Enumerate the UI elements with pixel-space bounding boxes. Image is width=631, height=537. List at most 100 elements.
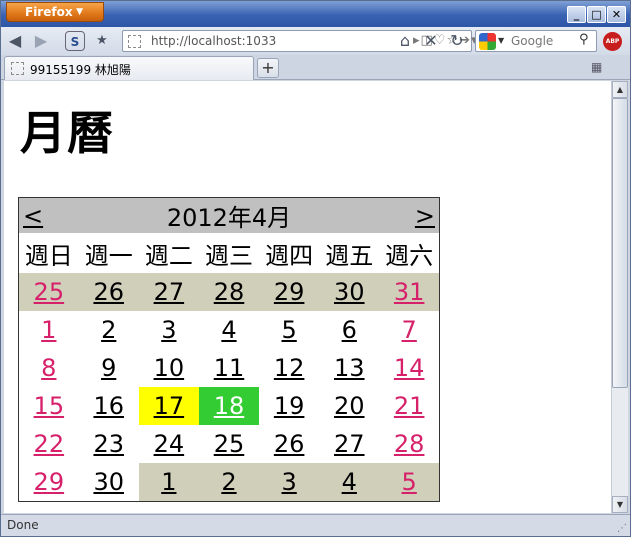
calendar-day-link[interactable]: 1: [161, 468, 176, 496]
calendar-week-row: 15 16 17 18 19 20 21: [19, 387, 440, 425]
calendar-day-link[interactable]: 1: [41, 316, 56, 344]
calendar-day-link[interactable]: 31: [394, 278, 425, 306]
weekday-label: 週五: [325, 241, 374, 270]
vertical-scrollbar[interactable]: ▲ ▼: [611, 81, 628, 513]
list-all-tabs-icon[interactable]: ▦: [591, 60, 605, 74]
calendar-day-link[interactable]: 26: [274, 430, 305, 458]
calendar-day-link[interactable]: 4: [342, 468, 357, 496]
calendar-day-cell: 25: [18, 273, 79, 311]
scroll-down-icon[interactable]: ▼: [612, 496, 628, 513]
next-month-link[interactable]: >: [415, 202, 435, 230]
calendar-day-link[interactable]: 5: [281, 316, 296, 344]
prev-month-link[interactable]: <: [23, 202, 43, 230]
calendar-day-cell: 30: [319, 273, 380, 311]
calendar-week-row: 8 9 10 11 12 13 14: [19, 349, 440, 387]
calendar-day-link[interactable]: 27: [154, 278, 185, 306]
calendar-body: 25 26 27 28 29 30 31 1 2 3 4 5 6 7 8 9 10 11 12 13 14 15 16 17 1…: [18, 273, 440, 501]
calendar-day-link[interactable]: 16: [93, 392, 124, 420]
search-engine-dropdown-icon[interactable]: ▼: [498, 36, 504, 45]
calendar-day-link[interactable]: 23: [93, 430, 124, 458]
calendar-day-cell: 4: [319, 463, 380, 501]
calendar-day-cell: 6: [319, 311, 379, 349]
calendar-day-link[interactable]: 8: [41, 354, 56, 382]
google-logo-icon[interactable]: [479, 33, 496, 50]
minimize-button[interactable]: _: [567, 6, 586, 23]
weekday-label: 週四: [265, 241, 314, 270]
calendar-day-link[interactable]: 28: [214, 278, 245, 306]
calendar-day-cell: 24: [139, 425, 199, 463]
calendar-day-link[interactable]: 25: [34, 278, 65, 306]
browser-window: Firefox ▼ _ □ ✕ ◀ ▶ S ★ http://localhost…: [0, 0, 631, 537]
calendar-day-link[interactable]: 21: [394, 392, 425, 420]
calendar-day-link[interactable]: 30: [93, 468, 124, 496]
calendar-day-link[interactable]: 27: [334, 430, 365, 458]
resize-grip-icon[interactable]: ⋰: [617, 523, 627, 534]
home-icon[interactable]: ⌂: [395, 31, 415, 51]
bookmark-star-icon[interactable]: ★: [92, 31, 112, 51]
search-box[interactable]: ▼ Google ⚲: [475, 30, 597, 52]
calendar-day-link[interactable]: 10: [154, 354, 185, 382]
calendar-day-link[interactable]: 15: [34, 392, 65, 420]
calendar-day-link[interactable]: 26: [93, 278, 124, 306]
calendar-day-link[interactable]: 11: [214, 354, 245, 382]
calendar-caption: 2012年4月: [166, 204, 292, 232]
page-content: 月曆 < 2012年4月 > 週日 週一 週二 週三 週四 週五 週六 25 26 27 28 29…: [4, 81, 611, 513]
calendar-day-cell: 12: [259, 349, 319, 387]
search-input[interactable]: Google: [511, 34, 553, 48]
calendar-day-link[interactable]: 24: [154, 430, 185, 458]
calendar-day-link[interactable]: 4: [221, 316, 236, 344]
weekday-label: 週二: [144, 241, 193, 270]
tab-title: 99155199 林旭陽: [30, 63, 131, 77]
calendar-day-cell: 26: [78, 273, 139, 311]
tab-strip: 99155199 林旭陽 + ▦: [1, 55, 630, 80]
calendar-day-link[interactable]: 7: [402, 316, 417, 344]
close-button[interactable]: ✕: [607, 6, 626, 23]
stop-icon[interactable]: ✕: [421, 31, 441, 51]
sync-s-icon[interactable]: S: [65, 31, 85, 51]
calendar-day-link[interactable]: 2: [221, 468, 236, 496]
adblock-plus-icon[interactable]: ABP: [603, 32, 622, 51]
calendar-day-link[interactable]: 17: [154, 392, 185, 420]
scroll-up-icon[interactable]: ▲: [612, 81, 628, 98]
navigation-toolbar: ◀ ▶ S ★ http://localhost:1033 ▸◫♡☆➔▾ ⌂ ✕…: [1, 27, 630, 55]
calendar-day-cell: 3: [259, 463, 320, 501]
calendar-day-link[interactable]: 18: [214, 392, 245, 420]
magnifier-icon[interactable]: ⚲: [579, 32, 589, 47]
back-icon[interactable]: ◀: [5, 31, 25, 51]
calendar-day-link[interactable]: 25: [214, 430, 245, 458]
new-tab-button[interactable]: +: [257, 58, 279, 78]
calendar-day-link[interactable]: 3: [161, 316, 176, 344]
calendar-day-link[interactable]: 5: [402, 468, 417, 496]
firefox-menu-button[interactable]: Firefox ▼: [6, 2, 104, 22]
reload-icon[interactable]: ↻: [447, 31, 467, 51]
calendar: < 2012年4月 > 週日 週一 週二 週三 週四 週五 週六 25 26 27 28 29 30 3…: [18, 197, 440, 502]
calendar-day-link[interactable]: 30: [334, 278, 365, 306]
page-title: 月曆: [20, 106, 114, 160]
calendar-day-cell: 31: [379, 273, 440, 311]
calendar-day-cell: 14: [379, 349, 439, 387]
calendar-day-link[interactable]: 2: [101, 316, 116, 344]
tab-active[interactable]: 99155199 林旭陽: [4, 56, 254, 80]
scroll-thumb[interactable]: [612, 98, 628, 388]
calendar-day-link[interactable]: 9: [101, 354, 116, 382]
calendar-day-cell: 1: [138, 463, 199, 501]
calendar-day-link[interactable]: 28: [394, 430, 425, 458]
calendar-day-link[interactable]: 22: [34, 430, 65, 458]
calendar-day-link[interactable]: 13: [334, 354, 365, 382]
url-text[interactable]: http://localhost:1033: [151, 34, 276, 48]
calendar-day-link[interactable]: 12: [274, 354, 305, 382]
calendar-day-link[interactable]: 3: [281, 468, 296, 496]
calendar-day-cell: 10: [139, 349, 199, 387]
calendar-day-link[interactable]: 6: [342, 316, 357, 344]
calendar-week-row: 25 26 27 28 29 30 31: [18, 273, 440, 311]
calendar-day-link[interactable]: 19: [274, 392, 305, 420]
calendar-day-cell: 17: [138, 387, 199, 425]
calendar-day-link[interactable]: 20: [334, 392, 365, 420]
calendar-day-link[interactable]: 14: [394, 354, 425, 382]
maximize-button[interactable]: □: [587, 6, 606, 23]
calendar-header: < 2012年4月 >: [18, 197, 440, 233]
forward-icon[interactable]: ▶: [31, 31, 51, 51]
calendar-day-link[interactable]: 29: [274, 278, 305, 306]
url-bar[interactable]: http://localhost:1033 ▸◫♡☆➔▾: [122, 30, 478, 52]
calendar-day-link[interactable]: 29: [34, 468, 65, 496]
